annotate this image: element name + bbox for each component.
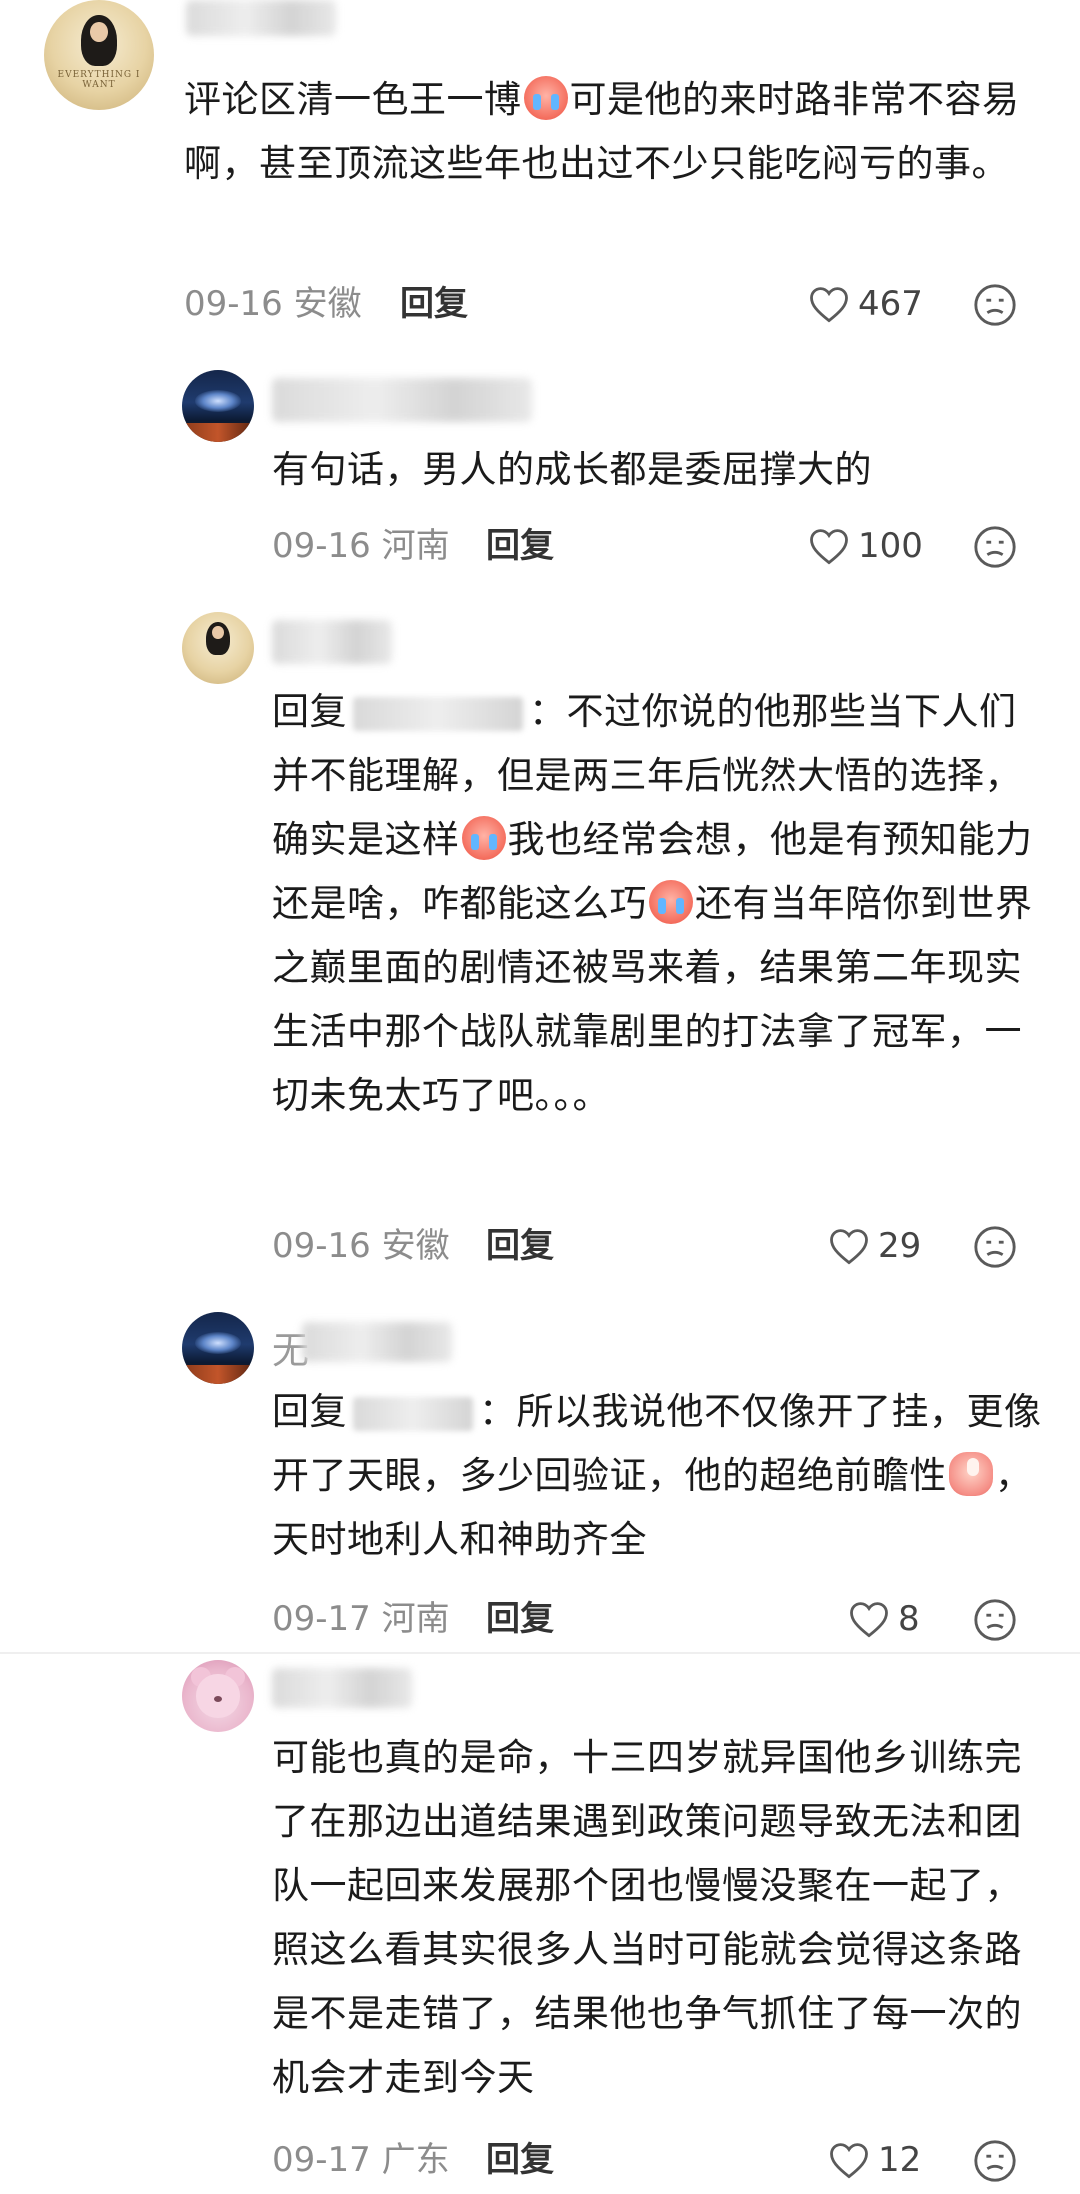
comment-text: 可能也真的是命，十三四岁就异国他乡训练完了在那边出道结果遇到政策问题导致无法和团… bbox=[272, 1736, 1022, 2099]
mentioned-user-blurred[interactable] bbox=[353, 1396, 473, 1431]
comment-date-location: 09-16 河南 bbox=[272, 526, 450, 566]
like-button[interactable]: 8 bbox=[848, 1595, 920, 1643]
reply-button[interactable]: 回复 bbox=[486, 1595, 554, 1643]
reply-button[interactable]: 回复 bbox=[400, 280, 468, 328]
username-blurred[interactable] bbox=[272, 620, 392, 664]
like-count: 8 bbox=[898, 1599, 920, 1639]
dislike-face-icon[interactable] bbox=[972, 524, 1018, 570]
dislike-face-icon[interactable] bbox=[972, 2138, 1018, 2184]
comment-text: 评论区清一色王一博 可是他的来时路非常不容易啊，甚至顶流这些年也出过不少只能吃闷亏… bbox=[184, 76, 1020, 185]
comment-text: 回复 ：不过你说的他那些当下人们并不能理解，但是两三年后恍然大悟的选择，确实是这样… bbox=[272, 690, 1033, 1117]
like-button[interactable]: 100 bbox=[808, 522, 923, 570]
like-count: 100 bbox=[858, 526, 923, 566]
dislike-face-icon[interactable] bbox=[972, 1224, 1018, 1270]
user-avatar[interactable] bbox=[182, 1660, 254, 1732]
user-avatar[interactable] bbox=[182, 1312, 254, 1384]
dislike-face-icon[interactable] bbox=[972, 1597, 1018, 1643]
username-blurred[interactable] bbox=[272, 378, 532, 422]
username-blurred[interactable] bbox=[302, 1322, 452, 1362]
user-avatar[interactable] bbox=[182, 370, 254, 442]
comment-date-location: 09-16 安徽 bbox=[184, 284, 362, 324]
reply-button[interactable]: 回复 bbox=[486, 1222, 554, 1270]
crying-emoji-icon bbox=[649, 880, 693, 924]
dislike-face-icon[interactable] bbox=[972, 282, 1018, 328]
like-count: 12 bbox=[878, 2140, 922, 2180]
comment-date-location: 09-17 河南 bbox=[272, 1599, 450, 1639]
comment-date-location: 09-17 广东 bbox=[272, 2140, 450, 2180]
comment-text: 回复 ：所以我说他不仅像开了挂，更像开了天眼，多少回验证，他的超绝前瞻性 ，天时地利… bbox=[272, 1390, 1042, 1561]
heart-icon bbox=[810, 287, 848, 323]
like-count: 29 bbox=[878, 1226, 922, 1266]
like-button[interactable]: 29 bbox=[828, 1222, 921, 1270]
thumbs-up-emoji-icon bbox=[949, 1452, 993, 1496]
reply-button[interactable]: 回复 bbox=[486, 522, 554, 570]
heart-icon bbox=[830, 1229, 868, 1265]
mentioned-user-blurred[interactable] bbox=[353, 696, 523, 731]
like-button[interactable]: 467 bbox=[808, 280, 923, 328]
like-count: 467 bbox=[858, 284, 923, 324]
username-blurred[interactable] bbox=[186, 0, 336, 36]
crying-emoji-icon bbox=[461, 816, 506, 860]
heart-icon bbox=[850, 1602, 888, 1638]
crying-emoji-icon bbox=[523, 76, 568, 120]
comment-text: 有句话，男人的成长都是委屈撑大的 bbox=[272, 448, 872, 491]
user-avatar[interactable]: EVERYTHING I WANT bbox=[44, 0, 154, 110]
heart-icon bbox=[810, 529, 848, 565]
user-avatar[interactable] bbox=[182, 612, 254, 684]
username-blurred[interactable] bbox=[272, 1668, 412, 1708]
like-button[interactable]: 12 bbox=[828, 2136, 921, 2184]
comment-date-location: 09-16 安徽 bbox=[272, 1226, 450, 1266]
divider bbox=[0, 1652, 1080, 1654]
reply-button[interactable]: 回复 bbox=[486, 2136, 554, 2184]
heart-icon bbox=[830, 2143, 868, 2179]
